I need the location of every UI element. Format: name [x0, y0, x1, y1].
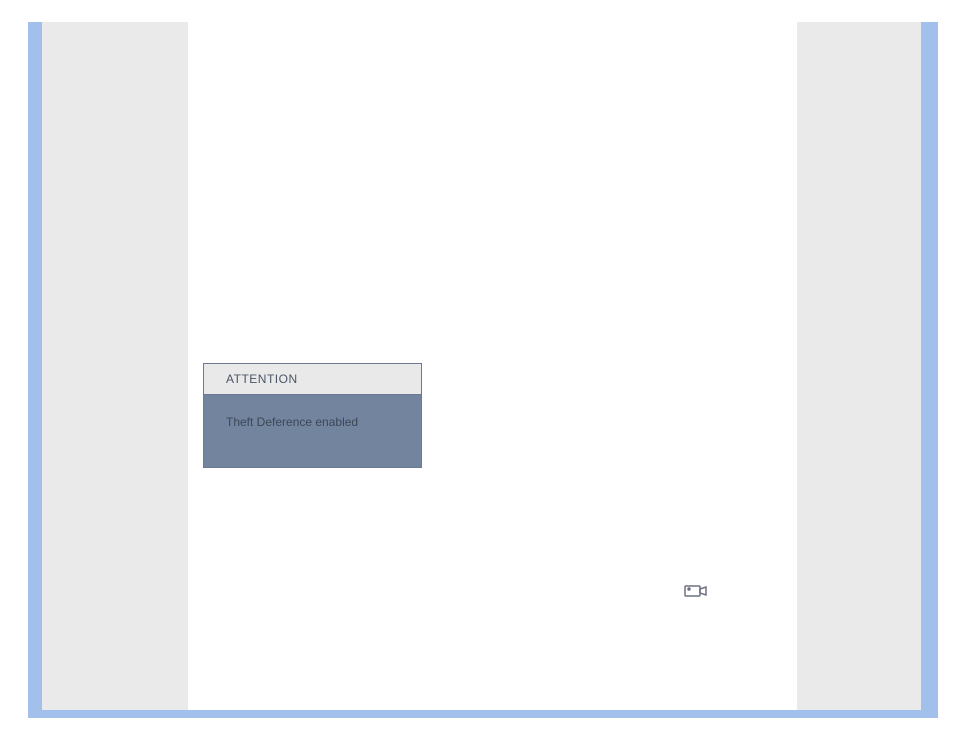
right-blue-edge	[921, 22, 938, 716]
left-side-panel	[42, 22, 188, 710]
right-side-panel	[797, 22, 921, 710]
left-blue-edge	[28, 22, 42, 716]
dialog-title: ATTENTION	[204, 364, 421, 395]
outer-frame: ATTENTION Theft Deference enabled	[0, 0, 954, 738]
attention-dialog: ATTENTION Theft Deference enabled	[203, 363, 422, 468]
top-strip	[0, 0, 954, 22]
dialog-message: Theft Deference enabled	[204, 395, 421, 467]
bottom-blue-strip	[28, 710, 938, 718]
camera-icon	[684, 584, 708, 598]
bottom-white-strip	[0, 718, 954, 738]
